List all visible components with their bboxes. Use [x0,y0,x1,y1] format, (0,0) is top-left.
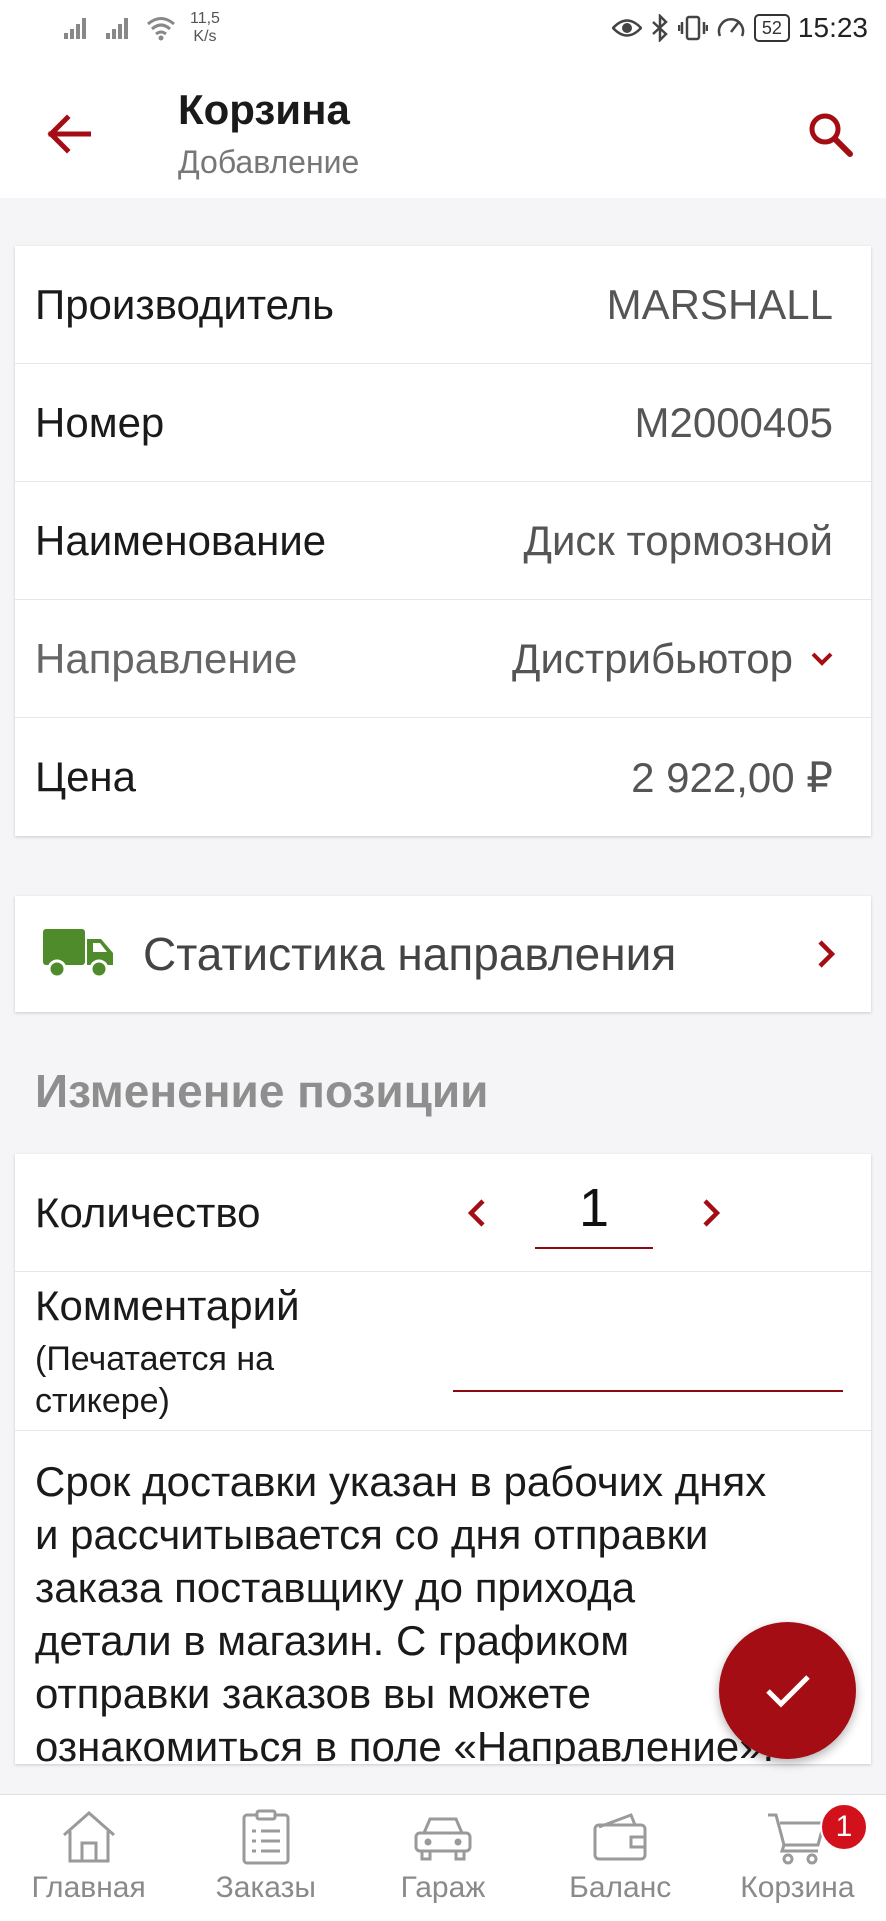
clipboard-icon [242,1809,290,1865]
search-icon [809,113,853,157]
home-icon [62,1811,115,1863]
status-bar: 11,5 K/s 52 15:23 [0,0,886,62]
nav-label-cart: Корзина [740,1871,855,1904]
comment-label: Комментарий [35,1282,300,1329]
status-right: 52 15:23 [611,12,868,44]
quantity-label: Количество [35,1188,261,1236]
signal-icon-2 [106,18,128,39]
chevron-down-icon [811,652,833,666]
cart-icon [768,1813,827,1865]
name-label: Наименование [35,516,327,564]
price-row: Цена 2 922,00 ₽ [15,718,871,836]
quantity-decrease-button[interactable] [447,1183,507,1243]
name-value: Диск тормозной [523,516,833,564]
info-line: заказа поставщику до прихода [35,1564,636,1611]
wallet-icon [593,1813,647,1861]
direction-value: Дистрибьютор [512,634,793,682]
nav-item-orders[interactable]: Заказы [177,1795,354,1921]
number-row: Номер M2000405 [15,364,871,482]
search-button[interactable] [798,102,862,166]
comment-sublabel: (Печатается на стикере) [35,1340,275,1420]
manufacturer-label: Производитель [35,280,334,328]
nav-item-cart[interactable]: Корзина 1 [709,1795,886,1921]
quantity-input[interactable]: 1 [535,1177,653,1249]
signal-icon [64,18,86,39]
manufacturer-value: MARSHALL [606,280,833,328]
part-details-card: Производитель MARSHALL Номер M2000405 На… [15,246,871,836]
chevron-left-icon [468,1198,485,1227]
back-button[interactable] [36,102,100,166]
nav-label-garage: Гараж [400,1871,486,1904]
quantity-increase-button[interactable] [681,1183,741,1243]
battery-indicator: 52 [753,14,790,42]
section-title: Изменение позиции [35,1065,489,1117]
info-line: и рассчитывается со дня отправки [35,1511,709,1558]
arrow-left-icon [47,114,91,154]
direction-label: Направление [35,634,298,682]
nav-item-balance[interactable]: Баланс [532,1795,709,1921]
direction-stats-button[interactable]: Статистика направления [15,896,871,1012]
check-icon [765,1674,810,1708]
network-speed-value: 11,5 [190,10,220,27]
nav-item-garage[interactable]: Гараж [354,1795,531,1921]
direction-select[interactable]: Дистрибьютор [512,635,833,683]
number-value: M2000405 [634,398,834,446]
truck-icon [43,929,113,979]
page-subtitle: Добавление [178,144,360,180]
direction-row[interactable]: Направление Дистрибьютор [15,600,871,718]
clock: 15:23 [797,12,868,43]
price-value: 2 922,00 ₽ [631,753,833,801]
chevron-right-icon [703,1198,720,1227]
page-title: Корзина [178,86,350,133]
quantity-stepper: 1 [447,1177,741,1249]
vibrate-icon [677,15,708,41]
speedometer-icon [717,18,745,37]
eye-icon [611,19,642,37]
nav-label-balance: Баланс [569,1871,672,1904]
bluetooth-icon [652,14,668,42]
nav-label-orders: Заказы [215,1871,316,1904]
quantity-row: Количество 1 [15,1154,871,1272]
bottom-navigation: Главная Заказы Гараж Баланс Корзина 1 [0,1794,886,1921]
wifi-icon [147,17,175,41]
nav-item-home[interactable]: Главная [0,1795,177,1921]
comment-input[interactable] [453,1390,843,1392]
cart-badge: 1 [820,1803,869,1851]
comment-row: Комментарий (Печатается на стикере) [15,1272,871,1431]
confirm-button[interactable] [719,1622,856,1759]
name-row: Наименование Диск тормозной [15,482,871,600]
price-label: Цена [35,753,136,800]
app-bar: Корзина Добавление [0,62,886,198]
direction-stats-label: Статистика направления [143,928,677,980]
chevron-right-icon [818,940,835,968]
network-speed-unit: K/s [193,28,217,45]
manufacturer-row: Производитель MARSHALL [15,246,871,364]
nav-label-home: Главная [31,1871,146,1904]
car-icon [414,1817,472,1861]
status-left: 11,5 K/s [62,10,220,46]
info-line: Срок доставки указан в рабочих днях [35,1458,767,1505]
number-label: Номер [35,398,165,446]
network-speed: 11,5 K/s [190,10,220,46]
